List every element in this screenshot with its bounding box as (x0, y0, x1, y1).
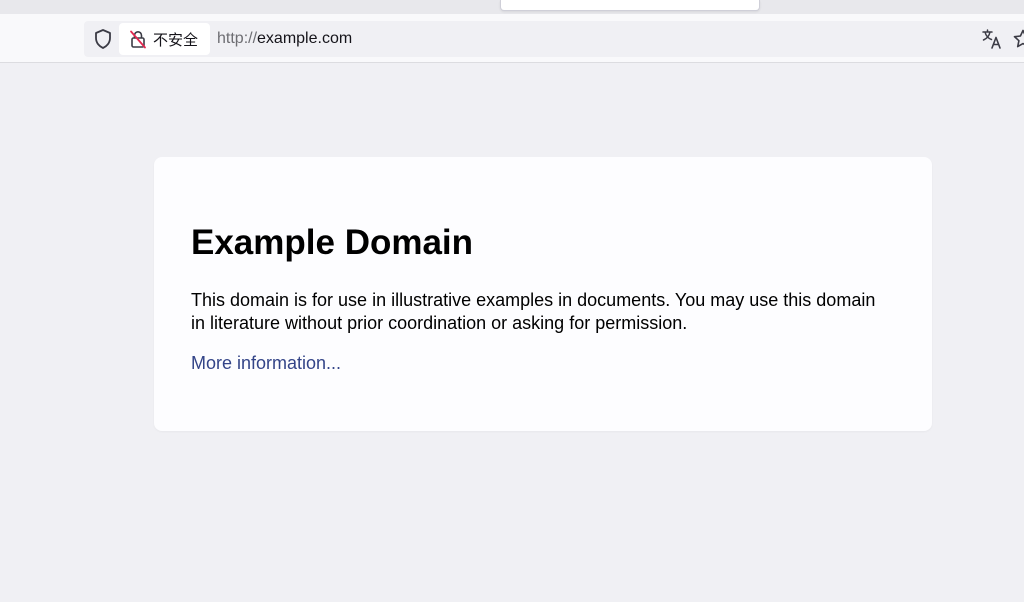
url-text[interactable]: http://example.com (217, 29, 352, 49)
url-host: example.com (257, 30, 353, 47)
url-scheme: http:// (217, 30, 258, 47)
bookmark-star-icon[interactable] (1012, 28, 1024, 50)
security-indicator[interactable]: 不安全 (119, 23, 210, 55)
translate-icon[interactable] (981, 28, 1003, 50)
browser-toolbar: 不安全 http://example.com (0, 0, 1024, 63)
security-label: 不安全 (153, 30, 199, 49)
more-information-link[interactable]: More information... (191, 352, 341, 375)
shield-icon[interactable] (92, 28, 114, 50)
insecure-lock-icon (130, 30, 146, 49)
page-description: This domain is for use in illustrative e… (191, 290, 876, 333)
tab-popup-edge (500, 0, 760, 11)
page-title: Example Domain (191, 223, 474, 262)
content-card: Example Domain This domain is for use in… (154, 157, 932, 431)
